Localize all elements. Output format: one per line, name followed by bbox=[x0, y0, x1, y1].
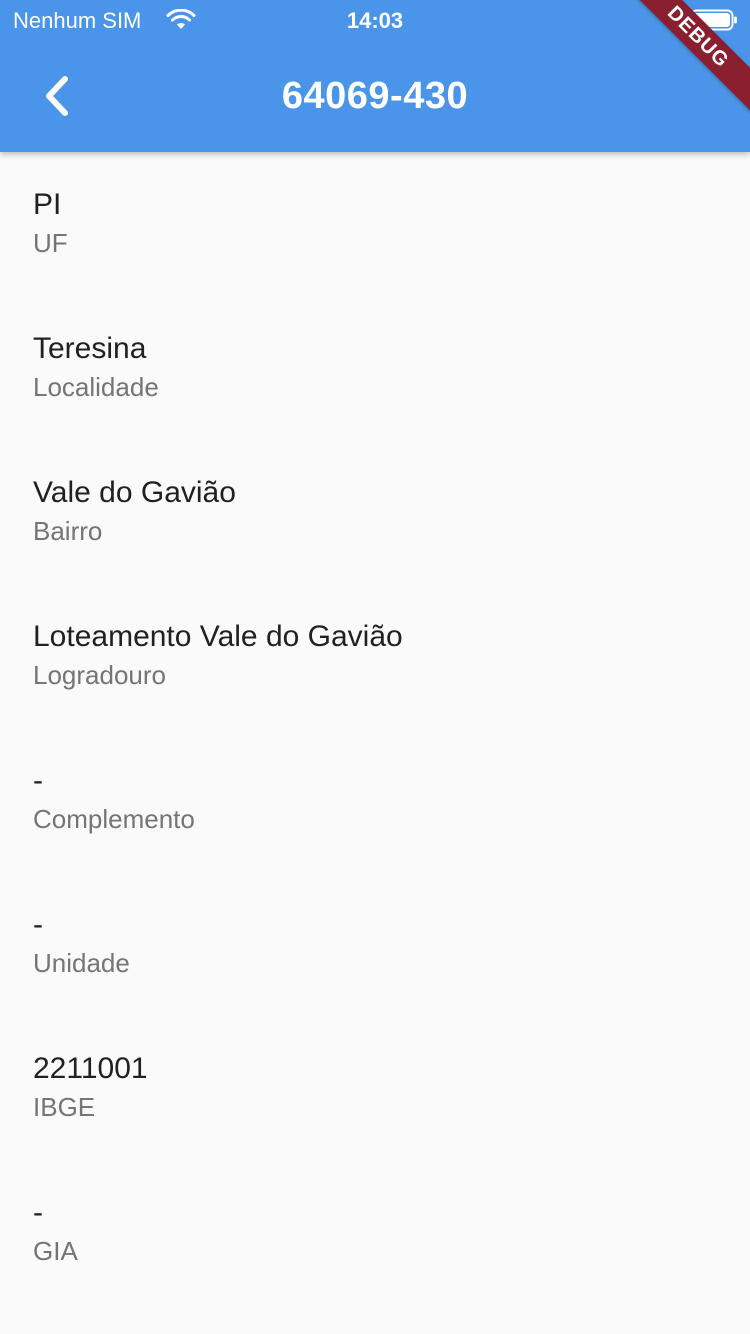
field-label: Localidade bbox=[33, 372, 159, 402]
field-label: UF bbox=[33, 228, 68, 258]
list-item-bairro[interactable]: Vale do Gavião Bairro bbox=[0, 440, 750, 584]
field-value: - bbox=[33, 1196, 43, 1229]
toolbar: 64069-430 bbox=[0, 40, 750, 152]
list-item-gia[interactable]: - GIA bbox=[0, 1160, 750, 1304]
field-label: Bairro bbox=[33, 516, 103, 546]
address-field-list: PI UF Teresina Localidade Vale do Gavião… bbox=[0, 152, 750, 1304]
page-title: 64069-430 bbox=[281, 75, 469, 117]
back-button[interactable] bbox=[22, 58, 92, 134]
chevron-left-icon bbox=[46, 76, 68, 116]
list-item-unidade[interactable]: - Unidade bbox=[0, 872, 750, 1016]
app-bar: Nenhum SIM 14:03 64069-430 bbox=[0, 0, 750, 152]
field-label: Unidade bbox=[33, 948, 130, 978]
field-value: - bbox=[33, 764, 43, 797]
field-value: Vale do Gavião bbox=[33, 476, 236, 509]
list-item-localidade[interactable]: Teresina Localidade bbox=[0, 296, 750, 440]
status-bar: Nenhum SIM 14:03 bbox=[0, 0, 750, 40]
field-value: - bbox=[33, 908, 43, 941]
field-value: Loteamento Vale do Gavião bbox=[33, 620, 403, 653]
field-label: GIA bbox=[33, 1236, 78, 1266]
list-item-logradouro[interactable]: Loteamento Vale do Gavião Logradouro bbox=[0, 584, 750, 728]
field-value: 2211001 bbox=[33, 1052, 148, 1085]
field-value: Teresina bbox=[33, 332, 147, 365]
list-item-ibge[interactable]: 2211001 IBGE bbox=[0, 1016, 750, 1160]
status-time: 14:03 bbox=[346, 8, 404, 33]
field-value: PI bbox=[33, 188, 62, 221]
list-item-uf[interactable]: PI UF bbox=[0, 152, 750, 296]
address-details-screen: Nenhum SIM 14:03 64069-430 DEBUG PI UF T… bbox=[0, 0, 750, 1334]
field-label: IBGE bbox=[33, 1092, 96, 1122]
field-label: Complemento bbox=[33, 804, 195, 834]
list-item-complemento[interactable]: - Complemento bbox=[0, 728, 750, 872]
field-label: Logradouro bbox=[33, 660, 166, 690]
